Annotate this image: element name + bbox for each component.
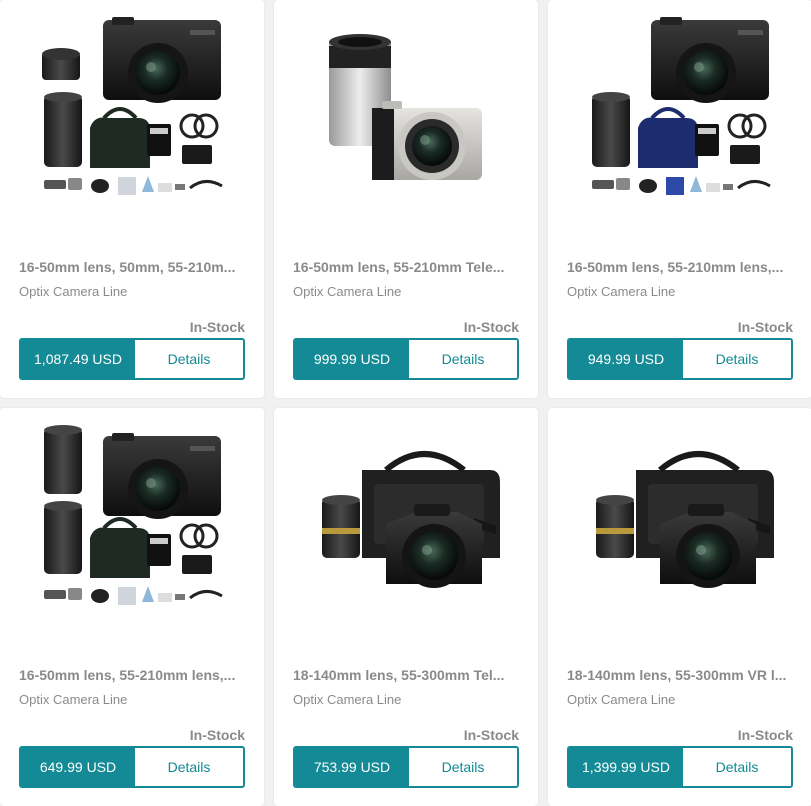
stock-status: In-Stock	[463, 727, 519, 743]
product-image[interactable]	[548, 408, 811, 633]
product-card[interactable]: 16-50mm lens, 55-210mm lens,... Optix Ca…	[0, 408, 264, 806]
price-details-group: 649.99 USD Details	[19, 746, 245, 788]
stock-status: In-Stock	[189, 727, 245, 743]
camera-bundle-image	[42, 17, 223, 195]
product-card[interactable]: 16-50mm lens, 55-210mm Tele... Optix Cam…	[274, 0, 538, 398]
product-title[interactable]: 16-50mm lens, 55-210mm Tele...	[293, 259, 525, 275]
product-card[interactable]: 18-140mm lens, 55-300mm Tel... Optix Cam…	[274, 408, 538, 806]
stock-status: In-Stock	[189, 319, 245, 335]
product-line: Optix Camera Line	[567, 284, 676, 299]
stock-status: In-Stock	[737, 727, 793, 743]
camera-blue-bag-image	[592, 17, 771, 195]
product-title[interactable]: 16-50mm lens, 55-210mm lens,...	[19, 667, 251, 683]
stock-status: In-Stock	[463, 319, 519, 335]
product-title[interactable]: 16-50mm lens, 55-210mm lens,...	[567, 259, 799, 275]
details-button[interactable]: Details	[409, 340, 517, 378]
product-card[interactable]: 16-50mm lens, 50mm, 55-210m... Optix Cam…	[0, 0, 264, 398]
product-line: Optix Camera Line	[293, 284, 402, 299]
product-card[interactable]: 16-50mm lens, 55-210mm lens,... Optix Ca…	[548, 0, 811, 398]
details-button[interactable]: Details	[135, 748, 243, 786]
price-details-group: 753.99 USD Details	[293, 746, 519, 788]
stock-status: In-Stock	[737, 319, 793, 335]
price-button[interactable]: 1,087.49 USD	[21, 340, 135, 378]
dslr-bag-image	[322, 451, 500, 588]
product-title[interactable]: 16-50mm lens, 50mm, 55-210m...	[19, 259, 251, 275]
dslr-bag-image	[596, 451, 774, 588]
details-button[interactable]: Details	[409, 748, 517, 786]
product-line: Optix Camera Line	[293, 692, 402, 707]
product-title[interactable]: 18-140mm lens, 55-300mm Tel...	[293, 667, 525, 683]
camera-two-lens-image	[44, 425, 223, 605]
price-button[interactable]: 949.99 USD	[569, 340, 683, 378]
product-title[interactable]: 18-140mm lens, 55-300mm VR l...	[567, 667, 799, 683]
product-line: Optix Camera Line	[567, 692, 676, 707]
price-button[interactable]: 753.99 USD	[295, 748, 409, 786]
product-card[interactable]: 18-140mm lens, 55-300mm VR l... Optix Ca…	[548, 408, 811, 806]
details-button[interactable]: Details	[683, 748, 791, 786]
product-image[interactable]	[274, 408, 538, 633]
product-image[interactable]	[0, 0, 264, 225]
product-image[interactable]	[274, 0, 538, 225]
product-line: Optix Camera Line	[19, 692, 128, 707]
details-button[interactable]: Details	[135, 340, 243, 378]
price-details-group: 1,399.99 USD Details	[567, 746, 793, 788]
product-image[interactable]	[548, 0, 811, 225]
price-details-group: 949.99 USD Details	[567, 338, 793, 380]
price-details-group: 1,087.49 USD Details	[19, 338, 245, 380]
price-details-group: 999.99 USD Details	[293, 338, 519, 380]
product-line: Optix Camera Line	[19, 284, 128, 299]
product-image[interactable]	[0, 408, 264, 633]
product-grid: 16-50mm lens, 50mm, 55-210m... Optix Cam…	[0, 0, 811, 806]
price-button[interactable]: 649.99 USD	[21, 748, 135, 786]
price-button[interactable]: 1,399.99 USD	[569, 748, 683, 786]
silver-camera-image	[329, 34, 482, 180]
price-button[interactable]: 999.99 USD	[295, 340, 409, 378]
details-button[interactable]: Details	[683, 340, 791, 378]
